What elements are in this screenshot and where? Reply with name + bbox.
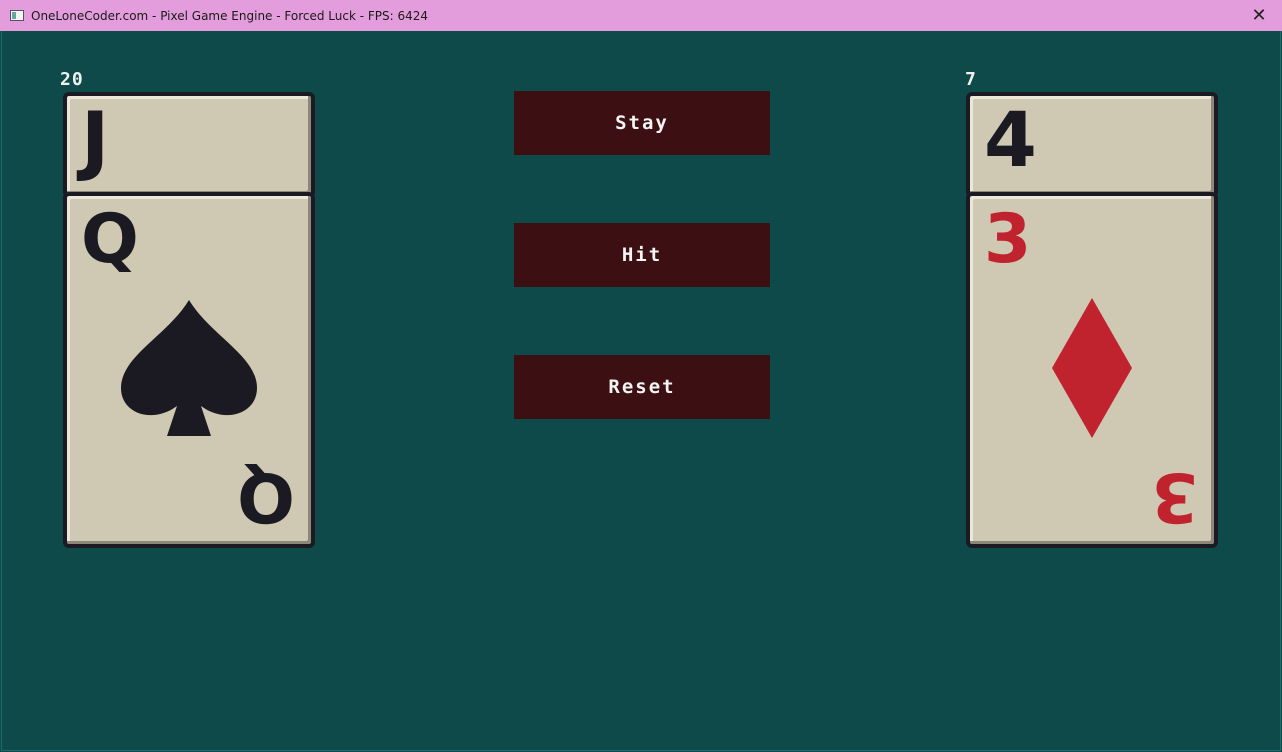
dealer-card-2: 3 3 xyxy=(966,192,1218,548)
card-rank: Q xyxy=(81,200,139,279)
game-canvas[interactable]: 20 J Q Q Stay Hit Reset 7 4 3 3 xyxy=(1,31,1281,751)
card-rank-rotated: Q xyxy=(237,457,295,536)
player-card-2: Q Q xyxy=(63,192,315,548)
player-card-1: J xyxy=(63,92,315,198)
card-rank-rotated: 3 xyxy=(1150,457,1198,536)
hit-button[interactable]: Hit xyxy=(514,223,770,287)
window-title: OneLoneCoder.com - Pixel Game Engine - F… xyxy=(31,8,429,23)
player-score: 20 xyxy=(60,69,84,90)
card-rank: 4 xyxy=(984,95,1037,184)
dealer-score: 7 xyxy=(965,69,977,90)
close-button[interactable]: ✕ xyxy=(1236,0,1282,31)
dealer-card-1: 4 xyxy=(966,92,1218,198)
card-rank: 3 xyxy=(984,200,1031,279)
reset-button[interactable]: Reset xyxy=(514,355,770,419)
title-bar: OneLoneCoder.com - Pixel Game Engine - F… xyxy=(0,0,1282,31)
diamond-icon xyxy=(1052,298,1132,438)
stay-button[interactable]: Stay xyxy=(514,91,770,155)
spade-icon xyxy=(121,300,257,436)
app-icon xyxy=(10,10,24,21)
card-rank: J xyxy=(81,95,109,184)
